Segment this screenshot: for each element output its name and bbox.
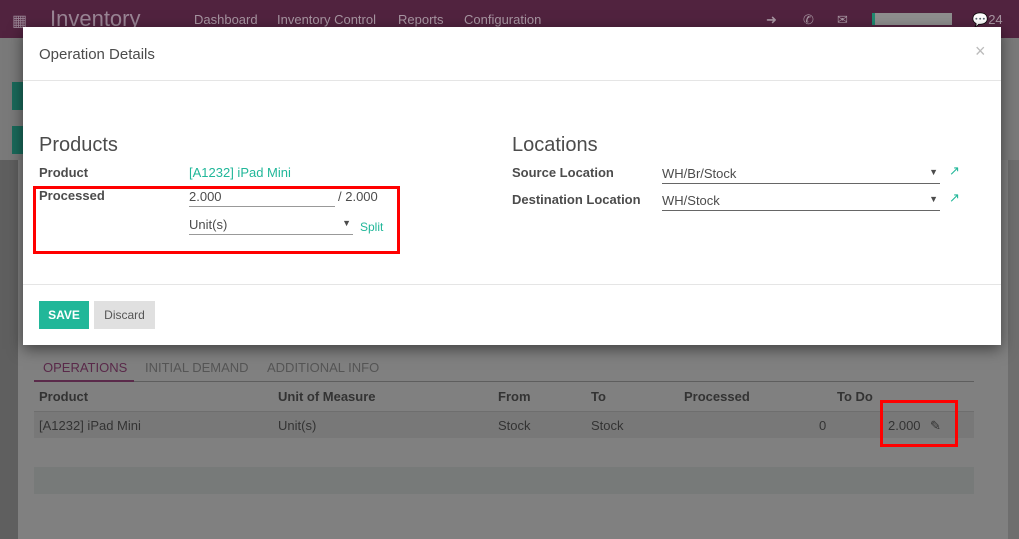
menu-reports[interactable]: Reports	[398, 12, 444, 27]
discard-button[interactable]: Discard	[94, 301, 155, 329]
caret-down-icon: ▼	[929, 167, 938, 177]
destination-location-value: WH/Stock	[662, 193, 720, 208]
cell-uom: Unit(s)	[278, 418, 317, 433]
col-to[interactable]: To	[591, 389, 606, 404]
sign-in-icon[interactable]: ➜	[766, 12, 777, 28]
cell-to: Stock	[591, 418, 624, 433]
close-icon[interactable]: ×	[975, 41, 986, 62]
col-processed[interactable]: Processed	[684, 389, 750, 404]
col-from[interactable]: From	[498, 389, 531, 404]
chat-icon[interactable]: 💬24	[972, 12, 1003, 28]
col-uom[interactable]: Unit of Measure	[278, 389, 376, 404]
tab-operations[interactable]: OPERATIONS	[43, 360, 127, 375]
caret-down-icon: ▼	[929, 194, 938, 204]
cell-product: [A1232] iPad Mini	[39, 418, 141, 433]
background-margin	[0, 160, 18, 539]
menu-configuration[interactable]: Configuration	[464, 12, 541, 27]
dialog-title: Operation Details	[39, 46, 155, 63]
destination-location-label: Destination Location	[512, 192, 641, 207]
source-location-select[interactable]: WH/Br/Stock ▼	[662, 164, 940, 184]
user-menu[interactable]	[872, 13, 952, 25]
highlight-box-processed	[33, 186, 400, 254]
product-label: Product	[39, 165, 89, 180]
footer-divider	[23, 284, 1001, 285]
save-button[interactable]: SAVE	[39, 301, 89, 329]
active-tab-indicator	[34, 380, 134, 382]
menu-dashboard[interactable]: Dashboard	[194, 12, 258, 27]
add-line-row[interactable]	[34, 467, 974, 494]
source-location-value: WH/Br/Stock	[662, 166, 737, 181]
mail-icon[interactable]: ✉	[837, 12, 848, 28]
tab-additional-info[interactable]: ADDITIONAL INFO	[267, 360, 379, 375]
scrollbar[interactable]	[1008, 160, 1019, 539]
cell-processed: 0	[819, 418, 827, 433]
operation-details-dialog: Operation Details × Products Product [A1…	[23, 27, 1001, 345]
col-todo[interactable]: To Do	[837, 389, 873, 404]
highlight-box-todo	[880, 400, 958, 447]
phone-icon[interactable]: ✆	[803, 12, 814, 28]
locations-heading: Locations	[512, 134, 598, 156]
product-link[interactable]: [A1232] iPad Mini	[189, 165, 291, 180]
menu-inventory-control[interactable]: Inventory Control	[277, 12, 376, 27]
external-link-icon[interactable]: ↗	[949, 190, 960, 206]
external-link-icon[interactable]: ↗	[949, 163, 960, 179]
col-product[interactable]: Product	[39, 389, 88, 404]
destination-location-select[interactable]: WH/Stock ▼	[662, 191, 940, 211]
products-heading: Products	[39, 134, 118, 156]
header-divider	[23, 80, 1001, 81]
cell-from: Stock	[498, 418, 531, 433]
tab-initial-demand[interactable]: INITIAL DEMAND	[145, 360, 249, 375]
tab-divider	[34, 381, 974, 382]
message-count: 24	[988, 12, 1003, 27]
source-location-label: Source Location	[512, 165, 614, 180]
